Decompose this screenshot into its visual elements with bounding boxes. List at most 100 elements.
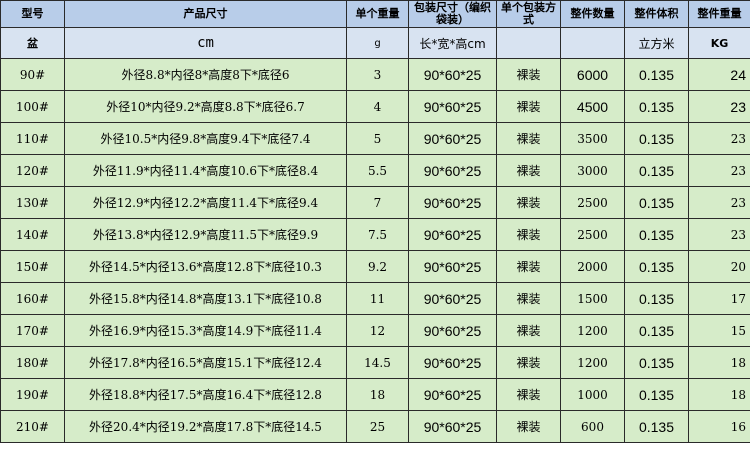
cell-gross: 24 — [688, 58, 750, 91]
cell-model: 90# — [0, 58, 65, 91]
cell-pack-size: 90*60*25 — [408, 218, 497, 251]
cell-size: 外径14.5*内径13.6*高度12.8下*底径10.3 — [64, 250, 347, 283]
cell-volume: 0.135 — [624, 378, 689, 411]
unit-pack-size: 长*宽*高cm — [408, 27, 497, 59]
unit-gross: KG — [688, 27, 750, 59]
unit-size: cm — [64, 27, 347, 59]
cell-pack-way: 裸装 — [496, 282, 561, 315]
cell-gross: 17 — [688, 282, 750, 315]
cell-gross: 23 — [688, 154, 750, 187]
table-row: 140# 外径13.8*内径12.9*高度11.5下*底径9.9 7.5 90*60*… — [0, 218, 750, 251]
cell-size: 外径16.9*内径15.3*高度14.9下*底径11.4 — [64, 314, 347, 347]
cell-pack-size: 90*60*25 — [408, 346, 497, 379]
cell-size: 外径20.4*内径19.2*高度17.8下*底径14.5 — [64, 410, 347, 443]
cell-qty: 4500 — [560, 90, 625, 123]
header-weight: 单个重量 — [346, 0, 409, 28]
cell-qty: 3500 — [560, 122, 625, 155]
table-row: 90# 外径8.8*内径8*高度8下*底径6 3 90*60*25 裸装 6000 0.13… — [0, 58, 750, 91]
cell-model: 170# — [0, 314, 65, 347]
cell-size: 外径8.8*内径8*高度8下*底径6 — [64, 58, 347, 91]
table-row: 100# 外径10*内径9.2*高度8.8下*底径6.7 4 90*60*25 裸装 45… — [0, 90, 750, 123]
cell-pack-size: 90*60*25 — [408, 58, 497, 91]
unit-model: 盆 — [0, 27, 65, 59]
cell-volume: 0.135 — [624, 122, 689, 155]
cell-qty: 1000 — [560, 378, 625, 411]
cell-pack-size: 90*60*25 — [408, 282, 497, 315]
cell-pack-way: 裸装 — [496, 378, 561, 411]
header-volume: 整件体积 — [624, 0, 689, 28]
cell-model: 110# — [0, 122, 65, 155]
cell-pack-way: 裸装 — [496, 346, 561, 379]
cell-weight: 14.5 — [346, 346, 409, 379]
cell-pack-way: 裸装 — [496, 122, 561, 155]
table-row: 170# 外径16.9*内径15.3*高度14.9下*底径11.4 12 90*60*… — [0, 314, 750, 347]
cell-volume: 0.135 — [624, 250, 689, 283]
cell-size: 外径10*内径9.2*高度8.8下*底径6.7 — [64, 90, 347, 123]
table-row: 180# 外径17.8*内径16.5*高度15.1下*底径12.4 14.5 90*6… — [0, 346, 750, 379]
table-row: 110# 外径10.5*内径9.8*高度9.4下*底径7.4 5 90*60*25 裸装… — [0, 122, 750, 155]
cell-gross: 20 — [688, 250, 750, 283]
cell-model: 160# — [0, 282, 65, 315]
cell-pack-size: 90*60*25 — [408, 410, 497, 443]
cell-gross: 23 — [688, 90, 750, 123]
unit-volume: 立方米 — [624, 27, 689, 59]
cell-pack-size: 90*60*25 — [408, 250, 497, 283]
cell-qty: 2500 — [560, 186, 625, 219]
cell-weight: 4 — [346, 90, 409, 123]
table-row: 150# 外径14.5*内径13.6*高度12.8下*底径10.3 9.2 90*60… — [0, 250, 750, 283]
cell-size: 外径15.8*内径14.8*高度13.1下*底径10.8 — [64, 282, 347, 315]
cell-qty: 6000 — [560, 58, 625, 91]
header-pack-way: 单个包装方式 — [496, 0, 561, 28]
cell-weight: 5 — [346, 122, 409, 155]
cell-pack-size: 90*60*25 — [408, 314, 497, 347]
table-row: 130# 外径12.9*内径12.2*高度11.4下*底径9.4 7 90*60*25… — [0, 186, 750, 219]
cell-weight: 3 — [346, 58, 409, 91]
cell-pack-way: 裸装 — [496, 58, 561, 91]
cell-size: 外径12.9*内径12.2*高度11.4下*底径9.4 — [64, 186, 347, 219]
cell-pack-way: 裸装 — [496, 410, 561, 443]
table-row: 190# 外径18.8*内径17.5*高度16.4下*底径12.8 18 90*60*… — [0, 378, 750, 411]
cell-qty: 600 — [560, 410, 625, 443]
cell-pack-size: 90*60*25 — [408, 90, 497, 123]
cell-size: 外径13.8*内径12.9*高度11.5下*底径9.9 — [64, 218, 347, 251]
cell-qty: 3000 — [560, 154, 625, 187]
cell-weight: 12 — [346, 314, 409, 347]
cell-model: 210# — [0, 410, 65, 443]
cell-volume: 0.135 — [624, 186, 689, 219]
cell-pack-size: 90*60*25 — [408, 122, 497, 155]
cell-pack-size: 90*60*25 — [408, 154, 497, 187]
header-pack-size: 包装尺寸（编织袋装） — [408, 0, 497, 28]
cell-volume: 0.135 — [624, 58, 689, 91]
cell-size: 外径10.5*内径9.8*高度9.4下*底径7.4 — [64, 122, 347, 155]
cell-pack-way: 裸装 — [496, 250, 561, 283]
cell-gross: 23 — [688, 186, 750, 219]
cell-volume: 0.135 — [624, 346, 689, 379]
unit-row: 盆 cm g 长*宽*高cm 立方米 KG — [0, 27, 750, 59]
product-spec-table: 型号 产品尺寸 单个重量 包装尺寸（编织袋装） 单个包装方式 整件数量 整件体积… — [0, 0, 750, 443]
cell-size: 外径17.8*内径16.5*高度15.1下*底径12.4 — [64, 346, 347, 379]
cell-qty: 1200 — [560, 346, 625, 379]
table-row: 160# 外径15.8*内径14.8*高度13.1下*底径10.8 11 90*60*… — [0, 282, 750, 315]
table-row: 120# 外径11.9*内径11.4*高度10.6下*底径8.4 5.5 90*60*… — [0, 154, 750, 187]
cell-qty: 2500 — [560, 218, 625, 251]
cell-volume: 0.135 — [624, 314, 689, 347]
cell-model: 120# — [0, 154, 65, 187]
unit-weight: g — [346, 27, 409, 59]
cell-volume: 0.135 — [624, 154, 689, 187]
cell-weight: 25 — [346, 410, 409, 443]
cell-model: 190# — [0, 378, 65, 411]
table-row: 210# 外径20.4*内径19.2*高度17.8下*底径14.5 25 90*60*… — [0, 410, 750, 443]
cell-pack-size: 90*60*25 — [408, 186, 497, 219]
cell-model: 180# — [0, 346, 65, 379]
header-gross: 整件重量 — [688, 0, 750, 28]
cell-size: 外径11.9*内径11.4*高度10.6下*底径8.4 — [64, 154, 347, 187]
cell-weight: 9.2 — [346, 250, 409, 283]
cell-weight: 7 — [346, 186, 409, 219]
header-row: 型号 产品尺寸 单个重量 包装尺寸（编织袋装） 单个包装方式 整件数量 整件体积… — [0, 0, 750, 28]
cell-qty: 1500 — [560, 282, 625, 315]
cell-pack-way: 裸装 — [496, 314, 561, 347]
cell-size: 外径18.8*内径17.5*高度16.4下*底径12.8 — [64, 378, 347, 411]
cell-volume: 0.135 — [624, 218, 689, 251]
cell-gross: 18 — [688, 346, 750, 379]
cell-weight: 18 — [346, 378, 409, 411]
